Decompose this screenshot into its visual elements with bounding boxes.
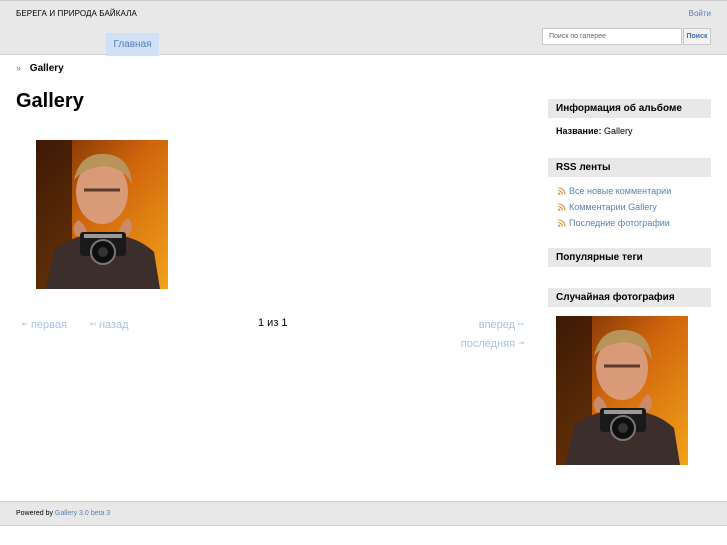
rss-item-label: Все новые комментарии	[569, 186, 672, 196]
pager-last-link[interactable]: последняя ⇥	[461, 338, 524, 350]
first-arrow-icon: ⇤	[22, 321, 28, 328]
random-photo-heading: Случайная фотография	[548, 288, 711, 307]
rss-icon	[558, 203, 566, 211]
rss-item[interactable]: Комментарии Gallery	[558, 201, 671, 217]
site-title[interactable]: БЕРЕГА И ПРИРОДА БАЙКАЛА	[16, 9, 137, 18]
page-title: Gallery	[16, 90, 84, 112]
rss-item[interactable]: Последние фотографии	[558, 217, 671, 233]
rss-item[interactable]: Все новые комментарии	[558, 185, 671, 201]
nav-tab-home[interactable]: Главная	[106, 33, 159, 56]
last-arrow-icon: ⇥	[518, 340, 524, 347]
page: БЕРЕГА И ПРИРОДА БАЙКАЛА Войти Главная П…	[0, 0, 727, 545]
footer-gallery-link[interactable]: Gallery 3.0 beta 3	[55, 510, 110, 517]
rss-list: Все новые комментарии Комментарии Galler…	[558, 185, 671, 233]
search-form: Поиск	[542, 28, 711, 45]
header-bar: БЕРЕГА И ПРИРОДА БАЙКАЛА Войти Главная П…	[0, 0, 727, 56]
search-button[interactable]: Поиск	[683, 28, 711, 45]
pager-next-label: вперед	[478, 319, 516, 331]
album-info-heading: Информация об альбоме	[548, 99, 711, 118]
rss-item-label: Комментарии Gallery	[569, 202, 657, 212]
pager-last-label: последняя	[460, 338, 516, 350]
album-info: Название: Gallery	[556, 126, 633, 136]
random-photo-image	[556, 316, 688, 465]
pager-first-label: первая	[30, 319, 67, 331]
random-photo[interactable]	[556, 316, 688, 465]
pager-first-link[interactable]: ⇤ первая	[22, 319, 67, 331]
pager-next-link[interactable]: вперед ↦	[479, 319, 524, 331]
next-arrow-icon: ↦	[518, 321, 524, 328]
popular-tags-heading: Популярные теги	[548, 248, 711, 267]
pager-prev-label: назад	[98, 319, 129, 331]
breadcrumb-separator: »	[16, 63, 22, 73]
login-link[interactable]: Войти	[689, 9, 711, 18]
photo-thumbnail[interactable]	[36, 140, 168, 289]
rss-icon	[558, 187, 566, 195]
pager-info: 1 из 1	[258, 317, 288, 329]
album-name-value: Gallery	[604, 126, 633, 136]
breadcrumb-current: Gallery	[29, 63, 64, 74]
breadcrumb: » Gallery	[16, 63, 64, 74]
album-name-label: Название:	[556, 126, 602, 136]
rss-item-label: Последние фотографии	[569, 218, 670, 228]
footer-powered-by: Powered by	[16, 510, 53, 517]
prev-arrow-icon: ↤	[90, 321, 96, 328]
rss-heading: RSS ленты	[548, 158, 711, 177]
pager-prev-link[interactable]: ↤ назад	[90, 319, 129, 331]
rss-icon	[558, 219, 566, 227]
photo-image	[36, 140, 168, 289]
footer: Powered by Gallery 3.0 beta 3	[0, 501, 727, 526]
search-input[interactable]	[542, 28, 682, 45]
